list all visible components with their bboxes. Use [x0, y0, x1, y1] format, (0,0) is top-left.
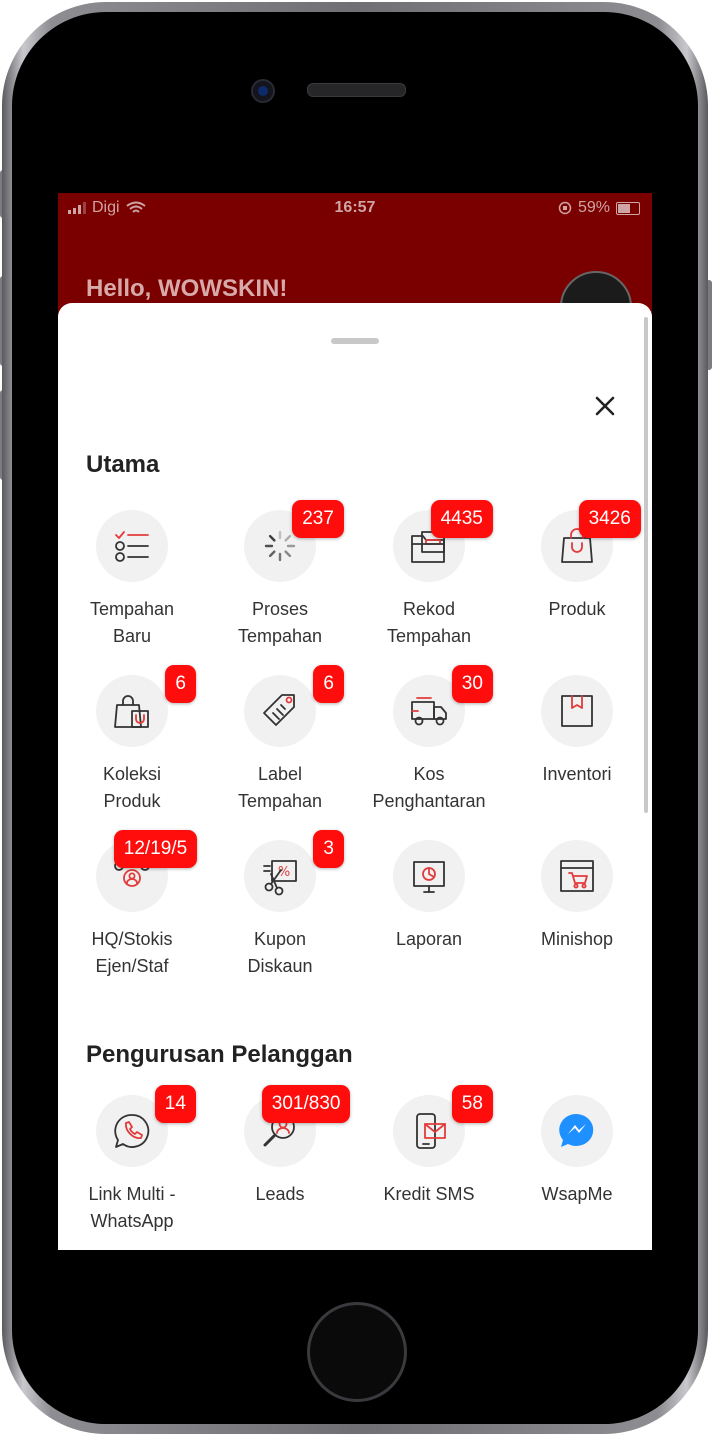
sheet-drag-handle[interactable] [331, 338, 379, 344]
home-button[interactable] [307, 1302, 407, 1402]
count-badge: 12/19/5 [113, 830, 198, 868]
tile-label: Produk [548, 599, 606, 619]
count-badge: 3 [313, 830, 344, 868]
phone-frame: Digi 16:57 59% Hello, WOWSKIN! Utama Pen… [0, 0, 712, 1438]
count-badge: 30 [451, 665, 493, 703]
close-icon [595, 396, 615, 416]
app-screen: Digi 16:57 59% Hello, WOWSKIN! Utama Pen… [58, 193, 652, 1250]
count-badge: 14 [154, 1085, 196, 1123]
status-right: 59% [558, 199, 640, 217]
tile-icon-circle [541, 840, 613, 912]
tile-icon-circle [541, 675, 613, 747]
tile-icon-circle [96, 675, 168, 747]
tile-icon-circle [541, 1095, 613, 1167]
battery-icon [616, 201, 640, 215]
delivery-truck-icon [411, 697, 447, 726]
status-bar: Digi 16:57 59% [58, 193, 652, 223]
report-board-icon [413, 861, 445, 893]
messenger-bolt-icon [559, 1113, 594, 1147]
tile-label: WsapMe [541, 1184, 613, 1204]
price-tag-icon [263, 694, 295, 726]
whatsapp-icon [114, 1114, 150, 1148]
tile-label: Proses Tempahan [237, 599, 323, 646]
sheet-scrollbar[interactable] [644, 317, 648, 813]
tile-label: Kredit SMS [383, 1184, 475, 1204]
battery-percent: 59% [577, 199, 610, 216]
tile-label: Inventori [542, 764, 612, 784]
tile-label: Minishop [540, 929, 614, 949]
tile-label: Koleksi Produk [102, 764, 162, 811]
count-badge: 58 [451, 1085, 493, 1123]
count-badge: 6 [165, 665, 196, 703]
count-badge: 301/830 [261, 1085, 351, 1123]
close-button[interactable] [588, 389, 622, 423]
tile-label: Leads [255, 1184, 305, 1204]
tile-label: Laporan [395, 929, 463, 949]
section-title-pengurusan-pelanggan: Pengurusan Pelanggan [86, 1041, 353, 1068]
collection-bag-icon [114, 695, 149, 728]
tile-icon-circle: % [244, 840, 316, 912]
minishop-cart-icon [560, 860, 594, 892]
discount-coupon-icon: % [263, 860, 297, 896]
count-badge: 4435 [430, 500, 493, 538]
count-badge: 237 [292, 500, 344, 538]
tile-label: Kupon Diskaun [247, 929, 313, 976]
tile-icon-circle [393, 840, 465, 912]
orientation-lock-icon [558, 201, 572, 215]
tile-label: Rekod Tempahan [386, 599, 472, 646]
section-title-utama: Utama [86, 451, 160, 478]
count-badge: 3426 [578, 500, 641, 538]
tile-label: Label Tempahan [237, 764, 323, 811]
tile-label: Kos Penghantaran [372, 764, 486, 811]
count-badge: 6 [313, 665, 344, 703]
greeting-text: Hello, WOWSKIN! [86, 275, 288, 302]
tile-label: Tempahan Baru [89, 599, 175, 646]
front-camera [251, 79, 275, 103]
sms-phone-icon [416, 1113, 446, 1149]
checklist-icon [115, 531, 149, 562]
tile-icon-circle [96, 510, 168, 582]
earpiece-speaker [307, 83, 406, 97]
tile-label: HQ/Stokis Ejen/Staf [91, 929, 173, 976]
tile-icon-circle [244, 675, 316, 747]
menu-bottom-sheet: Utama Pengurusan Pelanggan Tempahan Baru… [58, 303, 652, 1250]
tile-label: Link Multi - WhatsApp [88, 1184, 176, 1231]
inventory-box-icon [561, 695, 593, 727]
